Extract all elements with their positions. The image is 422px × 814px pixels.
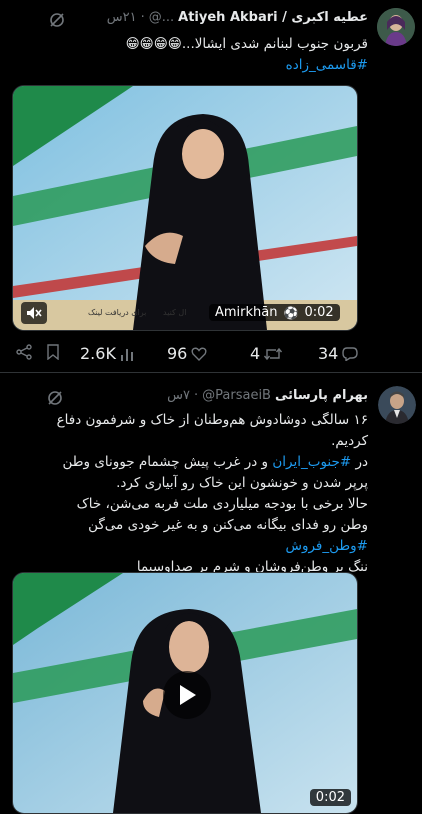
share-button[interactable] — [16, 344, 32, 360]
video-info-pill: Amirkhān ⚽ 0:02 — [209, 304, 340, 321]
tweet-text: ۱۶ سالگی دوشادوش هم‌وطنان از خاک و شرفمو… — [48, 410, 368, 578]
video-frame — [13, 86, 357, 330]
mute-button[interactable] — [21, 302, 47, 324]
grok-icon[interactable] — [48, 11, 66, 29]
play-icon — [180, 685, 196, 705]
hashtag-link[interactable]: #قاسمی_زاده — [286, 57, 368, 73]
hashtag-link[interactable]: #جنوب_ایران — [272, 454, 351, 470]
paragraph-3: حالا برخی با بودجه میلیاردی ملت فربه می‌… — [48, 494, 368, 557]
tweet-line: قربون جنوب لبنانم شدی ایشالا...😁😁😁😁 — [125, 36, 368, 52]
timestamp[interactable]: ۲۱س — [107, 10, 137, 25]
action-bar: 2.6K 96 4 34 — [0, 340, 422, 364]
display-name[interactable]: عطیه اکبری / Atiyeh Akbari — [178, 10, 368, 25]
tweet-header: عطیه اکبری / Atiyeh Akbari @... · ۲۱س — [107, 10, 368, 25]
video-duration: 0:02 — [304, 305, 334, 320]
handle[interactable]: @... — [149, 10, 174, 25]
speaker-muted-icon — [27, 307, 42, 319]
views-count: 2.6K — [80, 344, 116, 363]
paragraph-2: در #جنوب_ایران و در غرب پیش چشمام جوونای… — [48, 452, 368, 494]
video-caption-strip-right: ال کنید — [163, 308, 186, 317]
tweet-header: بهرام پارسائی @ParsaeiB · ۷س — [167, 388, 368, 403]
caption-text-left: برای دریافت لینک — [88, 308, 147, 317]
display-name[interactable]: بهرام پارسائی — [275, 388, 368, 403]
reply-button[interactable]: 34 — [318, 344, 359, 363]
retweets-count: 4 — [250, 344, 261, 363]
play-button[interactable] — [163, 671, 211, 719]
views-button[interactable]: 2.6K — [80, 344, 134, 363]
video-player[interactable]: برای دریافت لینک ال کنید Amirkhān ⚽ 0:02 — [12, 85, 358, 331]
avatar[interactable] — [377, 8, 415, 46]
video-duration: 0:02 — [315, 790, 345, 805]
video-caption-strip: برای دریافت لینک — [88, 308, 146, 317]
video-duration-pill: 0:02 — [309, 789, 351, 806]
video-player[interactable]: 0:02 — [12, 572, 358, 814]
tweet-1[interactable]: عطیه اکبری / Atiyeh Akbari @... · ۲۱س قر… — [0, 0, 422, 372]
tweet-text: قربون جنوب لبنانم شدی ایشالا...😁😁😁😁 #قاس… — [38, 34, 368, 76]
paragraph-2-prefix: در — [351, 454, 368, 470]
like-button[interactable]: 96 — [167, 344, 207, 363]
handle[interactable]: @ParsaeiB — [202, 388, 271, 403]
paragraph-1: ۱۶ سالگی دوشادوش هم‌وطنان از خاک و شرفمو… — [56, 412, 368, 449]
share-icon — [16, 344, 32, 360]
retweet-button[interactable]: 4 — [250, 344, 283, 363]
heart-icon — [191, 347, 207, 361]
grok-icon[interactable] — [46, 389, 64, 407]
views-icon — [120, 348, 133, 361]
paragraph-3-a: حالا برخی با بودجه میلیاردی ملت فربه می‌… — [76, 496, 368, 533]
timestamp[interactable]: ۷س — [167, 388, 190, 403]
video-attribution: Amirkhān — [215, 305, 278, 320]
bookmark-icon — [47, 344, 59, 360]
caption-text-right: ال کنید — [163, 308, 187, 317]
separator-dot: · — [140, 10, 145, 25]
hashtag-link[interactable]: #وطن_فروش — [285, 538, 368, 554]
replies-count: 34 — [318, 344, 339, 363]
tweet-2[interactable]: بهرام پارسائی @ParsaeiB · ۷س ۱۶ سالگی دو… — [0, 372, 422, 814]
reply-icon — [342, 346, 359, 361]
bookmark-button[interactable] — [46, 344, 60, 360]
soccer-ball-icon: ⚽ — [283, 305, 299, 320]
retweet-icon — [264, 347, 283, 360]
separator-dot: · — [194, 388, 199, 403]
avatar[interactable] — [378, 386, 416, 424]
likes-count: 96 — [167, 344, 188, 363]
